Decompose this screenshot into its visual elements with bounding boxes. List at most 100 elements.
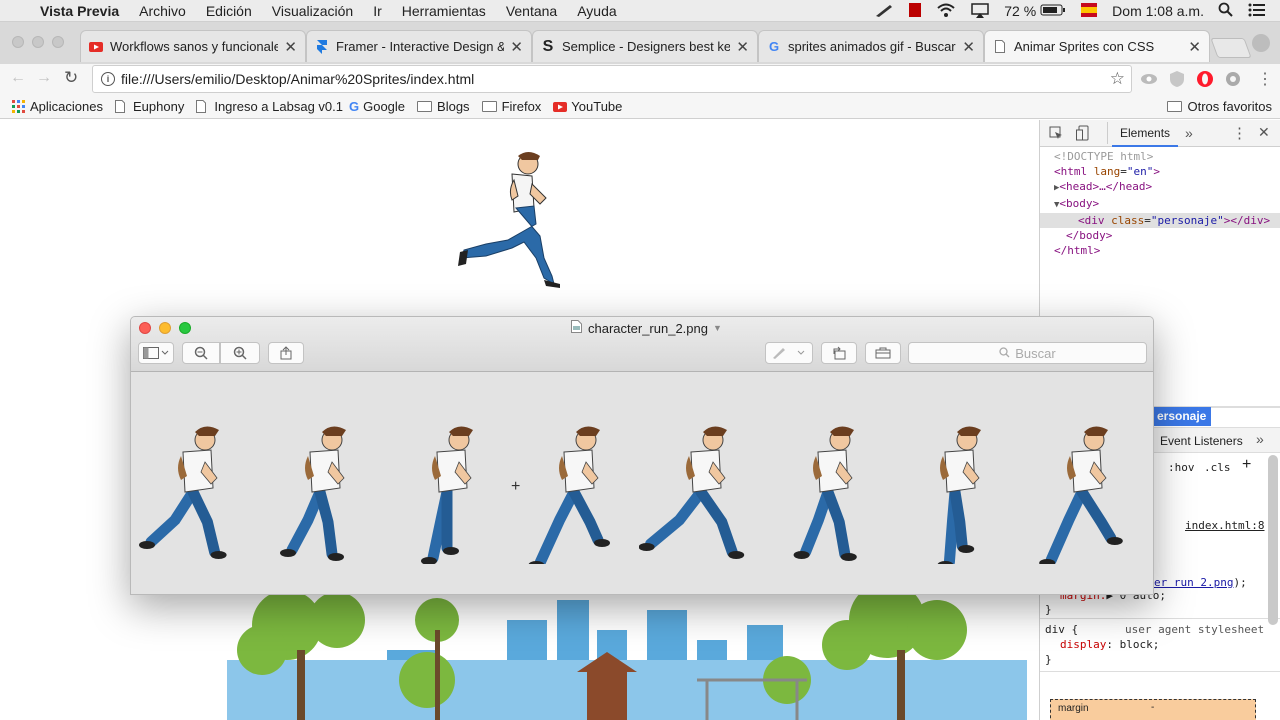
park-background xyxy=(227,590,1027,720)
preview-search-field[interactable]: Buscar xyxy=(908,342,1147,364)
sprite-frame xyxy=(793,426,857,561)
dom-line-body[interactable]: ▼<body> xyxy=(1054,196,1280,213)
ua-rule-selector: div { xyxy=(1045,623,1079,636)
reload-icon[interactable]: ↻ xyxy=(64,68,78,88)
dom-line-html-close[interactable]: </html> xyxy=(1054,243,1280,258)
tab-title: Framer - Interactive Design & xyxy=(336,39,505,54)
css-prop: display xyxy=(1060,638,1107,651)
inspect-element-icon[interactable] xyxy=(1049,126,1063,143)
tag-text: ></div> xyxy=(1223,214,1271,227)
extension-gear-icon[interactable] xyxy=(1224,70,1242,88)
window-minimize-button[interactable] xyxy=(32,36,44,48)
preview-image-canvas[interactable]: + xyxy=(131,372,1153,594)
more-tabs-icon[interactable]: » xyxy=(1185,125,1193,141)
tab-semplice[interactable]: S Semplice - Designers best kep ✕ xyxy=(532,30,758,62)
divider xyxy=(1107,122,1108,144)
close-tab-icon[interactable]: ✕ xyxy=(736,38,749,56)
bookmark-otros-favoritos[interactable]: Otros favoritos xyxy=(1167,99,1272,114)
preview-window: character_run_2.png ▼ Buscar + xyxy=(130,316,1154,595)
bookmark-google[interactable]: G Google xyxy=(349,99,405,114)
cls-toggle[interactable]: .cls xyxy=(1204,460,1231,475)
devtools-close-icon[interactable]: ✕ xyxy=(1258,124,1270,141)
profile-icon[interactable] xyxy=(1252,34,1270,52)
tab-workflows[interactable]: Workflows sanos y funcionales ✕ xyxy=(80,30,306,62)
star-icon[interactable]: ☆ xyxy=(1110,69,1125,89)
bookmark-youtube[interactable]: YouTube xyxy=(553,99,622,114)
notification-center-icon[interactable] xyxy=(1248,3,1266,20)
menu-ir[interactable]: Ir xyxy=(373,3,382,19)
extension-eye-icon[interactable] xyxy=(1140,70,1158,88)
flag-icon[interactable] xyxy=(1080,2,1098,21)
tab-google-search[interactable]: G sprites animados gif - Buscar ✕ xyxy=(758,30,984,62)
share-button[interactable] xyxy=(268,342,304,364)
bookmark-aplicaciones[interactable]: Aplicaciones xyxy=(12,99,103,114)
address-bar[interactable]: i file:///Users/emilio/Desktop/Animar%20… xyxy=(92,65,1132,93)
close-tab-icon[interactable]: ✕ xyxy=(962,38,975,56)
zoom-out-button[interactable] xyxy=(182,342,220,364)
dom-line-head[interactable]: ▶<head>…</head> xyxy=(1054,179,1280,196)
close-tab-icon[interactable]: ✕ xyxy=(1188,38,1201,56)
close-tab-icon[interactable]: ✕ xyxy=(284,38,297,56)
back-icon[interactable]: ← xyxy=(10,69,26,87)
dom-line-doctype[interactable]: <!DOCTYPE html> xyxy=(1054,149,1280,164)
zoom-in-button[interactable] xyxy=(220,342,260,364)
clock[interactable]: Dom 1:08 a.m. xyxy=(1112,3,1204,19)
preview-title[interactable]: character_run_2.png ▼ xyxy=(571,320,722,336)
device-toolbar-icon[interactable] xyxy=(1076,125,1090,144)
menu-ayuda[interactable]: Ayuda xyxy=(577,3,616,19)
menu-ventana[interactable]: Ventana xyxy=(506,3,557,19)
page-icon xyxy=(993,40,1007,54)
battery-text[interactable]: 72 % xyxy=(1004,3,1036,19)
wifi-icon[interactable] xyxy=(936,2,956,21)
preview-close-button[interactable] xyxy=(139,322,151,334)
sidebar-toggle-button[interactable] xyxy=(138,342,174,364)
preview-minimize-button[interactable] xyxy=(159,322,171,334)
source-link[interactable]: index.html:8 xyxy=(1185,518,1264,533)
forward-icon[interactable]: → xyxy=(36,69,52,87)
battery-icon[interactable] xyxy=(1040,3,1066,20)
window-zoom-button[interactable] xyxy=(52,36,64,48)
menu-herramientas[interactable]: Herramientas xyxy=(402,3,486,19)
close-tab-icon[interactable]: ✕ xyxy=(510,38,523,56)
pen-icon[interactable] xyxy=(874,2,894,21)
rule-close-brace: } xyxy=(1045,653,1052,666)
tab-elements[interactable]: Elements xyxy=(1112,120,1179,147)
info-icon[interactable]: i xyxy=(101,72,115,86)
preview-zoom-button[interactable] xyxy=(179,322,191,334)
tab-event-listeners[interactable]: Event Listeners xyxy=(1160,434,1243,448)
app-red-icon[interactable] xyxy=(908,2,922,21)
chrome-menu-icon[interactable]: ⋮ xyxy=(1257,69,1273,89)
dom-line-html[interactable]: <html lang="en"> xyxy=(1054,164,1280,179)
bookmark-label: Aplicaciones xyxy=(30,98,103,114)
toolbox-button[interactable] xyxy=(865,342,901,364)
add-rule-icon[interactable]: + xyxy=(1242,456,1251,474)
menu-visualizacion[interactable]: Visualización xyxy=(272,3,353,19)
file-icon xyxy=(571,320,582,336)
url-text[interactable]: file:///Users/emilio/Desktop/Animar%20Sp… xyxy=(121,71,474,87)
bookmark-euphony[interactable]: Euphony xyxy=(115,99,184,114)
extension-shield-icon[interactable] xyxy=(1168,70,1186,88)
styles-scrollbar[interactable] xyxy=(1268,455,1278,625)
bookmark-labsag[interactable]: Ingreso a Labsag v0.1 xyxy=(196,99,343,114)
extension-opera-icon[interactable] xyxy=(1196,70,1214,88)
dom-line-body-close[interactable]: </body> xyxy=(1054,228,1280,243)
bookmark-folder-firefox[interactable]: Firefox xyxy=(481,99,541,114)
rotate-button[interactable] xyxy=(821,342,857,364)
menu-app-name[interactable]: Vista Previa xyxy=(40,3,119,19)
new-tab-button[interactable] xyxy=(1210,38,1252,58)
bookmark-folder-blogs[interactable]: Blogs xyxy=(417,99,470,114)
hov-toggle[interactable]: :hov xyxy=(1168,460,1195,475)
markup-toolbar-button[interactable] xyxy=(765,342,813,364)
spotlight-icon[interactable] xyxy=(1218,2,1234,21)
airplay-icon[interactable] xyxy=(970,2,990,21)
menu-edicion[interactable]: Edición xyxy=(206,3,252,19)
more-tabs-icon[interactable]: » xyxy=(1256,431,1264,447)
sprite-frame xyxy=(639,426,745,559)
devtools-menu-icon[interactable]: ⋮ xyxy=(1232,124,1247,142)
attr-text: class xyxy=(1111,214,1145,227)
window-close-button[interactable] xyxy=(12,36,24,48)
dom-line-div-selected[interactable]: <div class="personaje"></div> xyxy=(1040,213,1280,228)
menu-archivo[interactable]: Archivo xyxy=(139,3,186,19)
tab-framer[interactable]: Framer - Interactive Design & ✕ xyxy=(306,30,532,62)
tab-animar-sprites[interactable]: Animar Sprites con CSS ✕ xyxy=(984,30,1210,62)
